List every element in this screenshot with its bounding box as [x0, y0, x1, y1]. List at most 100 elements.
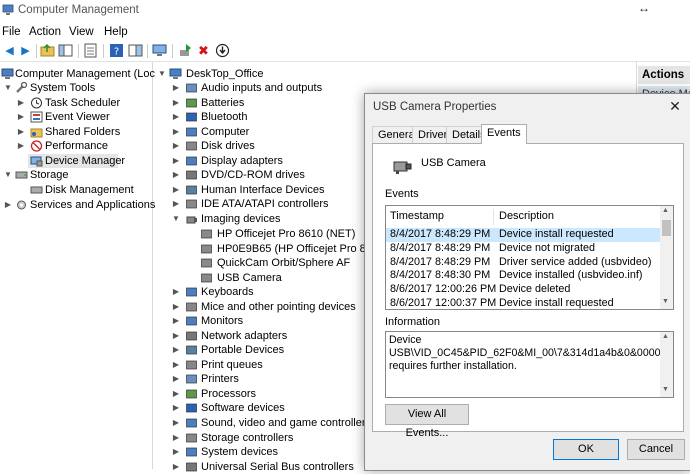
scroll-up-icon[interactable]: ▲ [662, 333, 669, 340]
event-row[interactable]: 8/4/2017 8:48:29 PM Driver service added … [386, 256, 660, 270]
chevron-right-icon[interactable]: ▶ [172, 285, 180, 299]
device-category-icon [186, 462, 197, 471]
chevron-right-icon[interactable]: ▶ [172, 401, 180, 415]
chevron-right-icon[interactable]: ▶ [172, 314, 180, 328]
chevron-right-icon[interactable]: ▶ [17, 125, 25, 139]
events-list[interactable]: Timestamp Description 8/4/2017 8:48:29 P… [385, 205, 674, 310]
chevron-right-icon[interactable]: ▶ [172, 300, 180, 314]
chevron-right-icon[interactable]: ▶ [17, 110, 25, 124]
chevron-right-icon[interactable]: ▶ [172, 110, 180, 124]
chevron-right-icon[interactable]: ▶ [172, 358, 180, 372]
device-category-icon [186, 374, 197, 384]
chevron-right-icon[interactable]: ▶ [172, 81, 180, 95]
menu-help[interactable]: Help [104, 26, 128, 38]
tree-device-manager[interactable]: Device Manager [28, 154, 125, 168]
back-arrow-icon[interactable]: ◀ [2, 43, 17, 58]
device-category-icon [186, 200, 197, 209]
dialog-title: USB Camera Properties [373, 101, 497, 113]
up-folder-icon[interactable] [40, 43, 55, 58]
device-category-icon [186, 360, 197, 370]
column-divider[interactable] [493, 209, 494, 225]
chevron-right-icon[interactable]: ▶ [172, 445, 180, 459]
chevron-right-icon[interactable]: ▶ [172, 416, 180, 430]
chevron-right-icon[interactable]: ▶ [17, 139, 25, 153]
device-category-icon [201, 244, 212, 253]
device-category-icon [186, 127, 197, 136]
device-category-icon [186, 287, 197, 297]
chevron-right-icon[interactable]: ▶ [172, 125, 180, 139]
chevron-down-icon[interactable]: ▼ [4, 81, 12, 95]
scroll-up-icon[interactable]: ▲ [662, 207, 669, 214]
help-icon[interactable]: ? [109, 43, 124, 58]
device-name: USB Camera [421, 157, 486, 169]
action-pane-icon[interactable] [128, 43, 143, 58]
chevron-right-icon[interactable]: ▶ [172, 154, 180, 168]
chevron-down-icon[interactable]: ▼ [4, 168, 12, 182]
device-category-icon [186, 98, 197, 107]
chevron-down-icon[interactable]: ▼ [158, 67, 166, 81]
chevron-right-icon[interactable]: ▶ [172, 460, 180, 474]
svg-text:?: ? [114, 47, 119, 58]
events-scrollbar[interactable]: ▲ ▼ [660, 206, 673, 309]
chevron-right-icon[interactable]: ▶ [172, 96, 180, 110]
tools-icon [16, 82, 28, 93]
usb-camera-properties-dialog: USB Camera Properties ✕ General Driver D… [364, 93, 690, 471]
resize-cursor-icon: ↔ [638, 1, 650, 15]
scroll-thumb[interactable] [662, 220, 671, 236]
computer-management-icon [1, 68, 14, 79]
device-category-icon [201, 273, 212, 282]
show-hide-tree-icon[interactable] [58, 43, 73, 58]
update-driver-icon[interactable] [178, 43, 193, 58]
device-category-icon [201, 229, 212, 239]
chevron-right-icon[interactable]: ▶ [172, 183, 180, 197]
scroll-down-icon[interactable]: ▼ [662, 386, 669, 393]
properties-icon[interactable] [83, 43, 98, 58]
disk-management-icon [30, 186, 43, 194]
menu-file[interactable]: File [2, 26, 21, 38]
event-row[interactable]: 8/4/2017 8:48:30 PM Device installed (usb… [386, 269, 660, 283]
storage-icon [15, 171, 28, 179]
computer-management-icon [2, 4, 14, 15]
information-scrollbar[interactable]: ▲ ▼ [660, 332, 673, 397]
tab-events[interactable]: Events [481, 124, 527, 144]
event-row[interactable]: 8/6/2017 12:00:37 PM Device install reque… [386, 297, 660, 309]
chevron-right-icon[interactable]: ▶ [172, 139, 180, 153]
event-row[interactable]: 8/4/2017 8:48:29 PM Device not migrated [386, 242, 660, 256]
cancel-button[interactable]: Cancel [627, 439, 685, 460]
view-all-events-button[interactable]: View All Events... [385, 404, 469, 439]
chevron-right-icon[interactable]: ▶ [172, 372, 180, 386]
device-category-icon [186, 418, 197, 428]
chevron-right-icon[interactable]: ▶ [17, 96, 25, 110]
chevron-right-icon[interactable]: ▶ [172, 329, 180, 343]
forward-arrow-icon[interactable]: ▶ [18, 43, 33, 58]
column-header-timestamp[interactable]: Timestamp [390, 206, 444, 227]
uninstall-x-icon[interactable]: ✖ [196, 43, 211, 58]
event-row[interactable]: 8/6/2017 12:00:26 PM Device deleted [386, 283, 660, 297]
column-header-description[interactable]: Description [499, 206, 554, 227]
ok-button[interactable]: OK [553, 439, 619, 460]
device-category-icon [186, 389, 197, 399]
window-title: Computer Management [18, 4, 139, 16]
device-category-icon [186, 447, 197, 457]
device-category-icon [186, 331, 197, 340]
event-row[interactable]: 8/4/2017 8:48:29 PM Device install reques… [386, 228, 660, 242]
device-category-icon [186, 316, 197, 326]
device-category-icon [186, 141, 197, 151]
device-category-icon [186, 156, 197, 166]
scan-hardware-icon[interactable] [152, 43, 167, 58]
chevron-right-icon[interactable]: ▶ [172, 343, 180, 357]
chevron-right-icon[interactable]: ▶ [172, 168, 180, 182]
information-textbox[interactable]: Device USB\VID_0C45&PID_62F0&MI_00\7&314… [385, 331, 674, 398]
scroll-down-icon[interactable]: ▼ [662, 298, 669, 305]
device-category-icon [186, 345, 197, 355]
menu-action[interactable]: Action [29, 26, 61, 38]
chevron-right-icon[interactable]: ▶ [172, 387, 180, 401]
chevron-right-icon[interactable]: ▶ [172, 431, 180, 445]
disable-device-icon[interactable] [215, 43, 230, 58]
chevron-right-icon[interactable]: ▶ [172, 197, 180, 211]
chevron-down-icon[interactable]: ▼ [172, 212, 180, 226]
menu-view[interactable]: View [69, 26, 94, 38]
close-icon[interactable]: ✕ [667, 98, 683, 115]
actions-header: Actions [638, 66, 690, 84]
chevron-right-icon[interactable]: ▶ [4, 198, 12, 212]
